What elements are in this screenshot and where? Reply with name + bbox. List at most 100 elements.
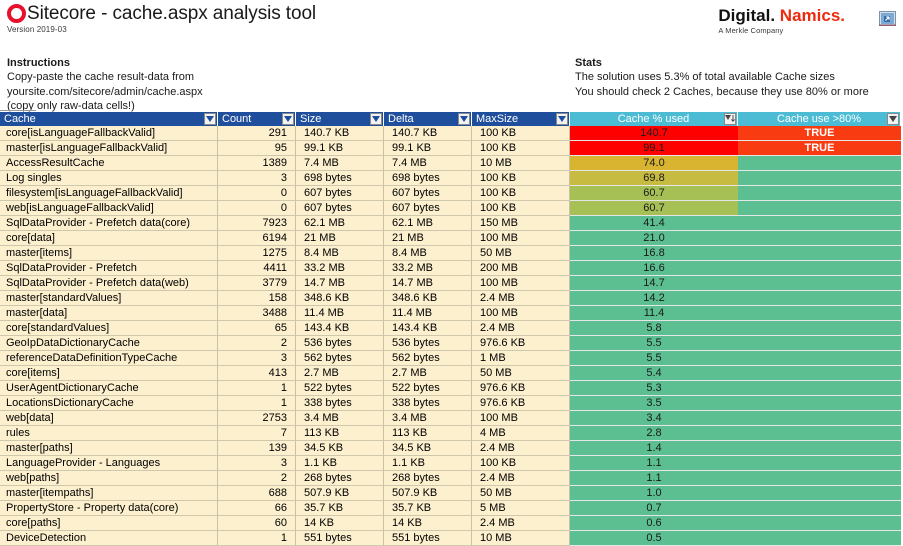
column-header-cache[interactable]: Cache	[0, 112, 218, 126]
cell-count: 65	[218, 321, 296, 336]
table-row[interactable]: core[isLanguageFallbackValid]291140.7 KB…	[0, 126, 903, 141]
cell-delta: 522 bytes	[384, 381, 472, 396]
cell-count: 3	[218, 351, 296, 366]
cell-delta: 140.7 KB	[384, 126, 472, 141]
column-header-cache-label: Cache	[4, 113, 36, 125]
cell-cache-name: LocationsDictionaryCache	[0, 396, 218, 411]
cell-cache-name: SqlDataProvider - Prefetch data(web)	[0, 276, 218, 291]
cell-size: 11.4 MB	[296, 306, 384, 321]
cell-count: 4411	[218, 261, 296, 276]
table-row[interactable]: web[data]27533.4 MB3.4 MB100 MB3.4	[0, 411, 903, 426]
cell-cache-use-over-80	[738, 426, 901, 441]
cell-cache-use-over-80	[738, 291, 901, 306]
table-row[interactable]: AccessResultCache13897.4 MB7.4 MB10 MB74…	[0, 156, 903, 171]
cell-cache-use-over-80	[738, 246, 901, 261]
cell-maxsize: 976.6 KB	[472, 381, 570, 396]
table-row[interactable]: master[paths]13934.5 KB34.5 KB2.4 MB1.4	[0, 441, 903, 456]
cell-count: 2753	[218, 411, 296, 426]
cell-maxsize: 100 MB	[472, 231, 570, 246]
cell-cache-percent-used: 14.2	[570, 291, 738, 306]
filter-dropdown-icon-cache-use[interactable]	[887, 113, 899, 125]
cell-delta: 562 bytes	[384, 351, 472, 366]
cell-maxsize: 50 MB	[472, 246, 570, 261]
column-header-delta[interactable]: Delta	[384, 112, 472, 126]
cell-maxsize: 100 KB	[472, 456, 570, 471]
table-row[interactable]: filesystem[isLanguageFallbackValid]0607 …	[0, 186, 903, 201]
table-row[interactable]: web[paths]2268 bytes268 bytes2.4 MB1.1	[0, 471, 903, 486]
table-row[interactable]: master[standardValues]158348.6 KB348.6 K…	[0, 291, 903, 306]
table-row[interactable]: UserAgentDictionaryCache1522 bytes522 by…	[0, 381, 903, 396]
cell-delta: 7.4 MB	[384, 156, 472, 171]
filter-dropdown-icon-cache[interactable]	[204, 113, 216, 125]
column-header-count-label: Count	[222, 113, 251, 125]
column-header-cache-percent-used[interactable]: Cache % used	[570, 112, 738, 126]
column-header-cache-use-over-80[interactable]: Cache use >80%	[738, 112, 901, 126]
cell-delta: 338 bytes	[384, 396, 472, 411]
table-row[interactable]: core[items]4132.7 MB2.7 MB50 MB5.4	[0, 366, 903, 381]
cell-maxsize: 100 KB	[472, 126, 570, 141]
table-row[interactable]: PropertyStore - Property data(core)6635.…	[0, 501, 903, 516]
table-row[interactable]: rules7113 KB113 KB4 MB2.8	[0, 426, 903, 441]
cell-cache-name: master[standardValues]	[0, 291, 218, 306]
table-row[interactable]: master[items]12758.4 MB8.4 MB50 MB16.8	[0, 246, 903, 261]
cell-delta: 14 KB	[384, 516, 472, 531]
cell-cache-name: core[standardValues]	[0, 321, 218, 336]
brand-primary: Digital.	[718, 6, 775, 25]
cell-maxsize: 2.4 MB	[472, 516, 570, 531]
cell-size: 33.2 MB	[296, 261, 384, 276]
table-row[interactable]: core[standardValues]65143.4 KB143.4 KB2.…	[0, 321, 903, 336]
table-row[interactable]: LocationsDictionaryCache1338 bytes338 by…	[0, 396, 903, 411]
table-row[interactable]: GeoIpDataDictionaryCache2536 bytes536 by…	[0, 336, 903, 351]
cell-size: 2.7 MB	[296, 366, 384, 381]
external-link-icon[interactable]	[879, 11, 896, 26]
column-header-cache-percent-used-label: Cache % used	[618, 113, 690, 125]
cell-count: 6194	[218, 231, 296, 246]
cell-maxsize: 4 MB	[472, 426, 570, 441]
cell-count: 2	[218, 336, 296, 351]
cell-delta: 14.7 MB	[384, 276, 472, 291]
cell-cache-use-over-80	[738, 486, 901, 501]
stats-block: Stats The solution uses 5.3% of total av…	[575, 56, 869, 99]
table-row[interactable]: master[isLanguageFallbackValid]9599.1 KB…	[0, 141, 903, 156]
cell-cache-use-over-80	[738, 471, 901, 486]
table-row[interactable]: web[isLanguageFallbackValid]0607 bytes60…	[0, 201, 903, 216]
cell-cache-use-over-80	[738, 351, 901, 366]
column-header-count[interactable]: Count	[218, 112, 296, 126]
sort-descending-filter-icon[interactable]	[724, 113, 736, 125]
table-row[interactable]: master[data]348811.4 MB11.4 MB100 MB11.4	[0, 306, 903, 321]
table-row[interactable]: referenceDataDefinitionTypeCache3 562 byt…	[0, 351, 903, 366]
filter-dropdown-icon-maxsize[interactable]	[556, 113, 568, 125]
cell-cache-use-over-80	[738, 201, 901, 216]
table-row[interactable]: LanguageProvider - Languages31.1 KB1.1 K…	[0, 456, 903, 471]
cell-size: 338 bytes	[296, 396, 384, 411]
cell-delta: 698 bytes	[384, 171, 472, 186]
brand-secondary: Namics.	[780, 6, 845, 25]
table-row[interactable]: SqlDataProvider - Prefetch data(core)792…	[0, 216, 903, 231]
filter-dropdown-icon-delta[interactable]	[458, 113, 470, 125]
table-row[interactable]: core[paths]6014 KB14 KB2.4 MB0.6	[0, 516, 903, 531]
cell-count: 3488	[218, 306, 296, 321]
cell-delta: 35.7 KB	[384, 501, 472, 516]
table-row[interactable]: core[data]619421 MB21 MB100 MB21.0	[0, 231, 903, 246]
table-row[interactable]: SqlDataProvider - Prefetch data(web)3779…	[0, 276, 903, 291]
filter-dropdown-icon-size[interactable]	[370, 113, 382, 125]
table-row[interactable]: Log singles3698 bytes698 bytes100 KB69.8	[0, 171, 903, 186]
cell-cache-use-over-80	[738, 156, 901, 171]
table-row[interactable]: SqlDataProvider - Prefetch441133.2 MB33.…	[0, 261, 903, 276]
cell-maxsize: 5 MB	[472, 501, 570, 516]
cell-cache-percent-used: 1.1	[570, 456, 738, 471]
instructions-block: Instructions Copy-paste the cache result…	[7, 56, 203, 114]
cell-size: 113 KB	[296, 426, 384, 441]
table-row[interactable]: master[itempaths]688507.9 KB507.9 KB50 M…	[0, 486, 903, 501]
cell-count: 66	[218, 501, 296, 516]
cell-delta: 11.4 MB	[384, 306, 472, 321]
filter-dropdown-icon-count[interactable]	[282, 113, 294, 125]
cell-maxsize: 50 MB	[472, 366, 570, 381]
column-header-maxsize[interactable]: MaxSize	[472, 112, 570, 126]
cell-delta: 21 MB	[384, 231, 472, 246]
column-header-size[interactable]: Size	[296, 112, 384, 126]
cell-cache-name: referenceDataDefinitionTypeCache	[0, 351, 218, 366]
cell-cache-percent-used: 5.5	[570, 351, 738, 366]
cell-cache-use-over-80	[738, 216, 901, 231]
cell-cache-name: web[paths]	[0, 471, 218, 486]
